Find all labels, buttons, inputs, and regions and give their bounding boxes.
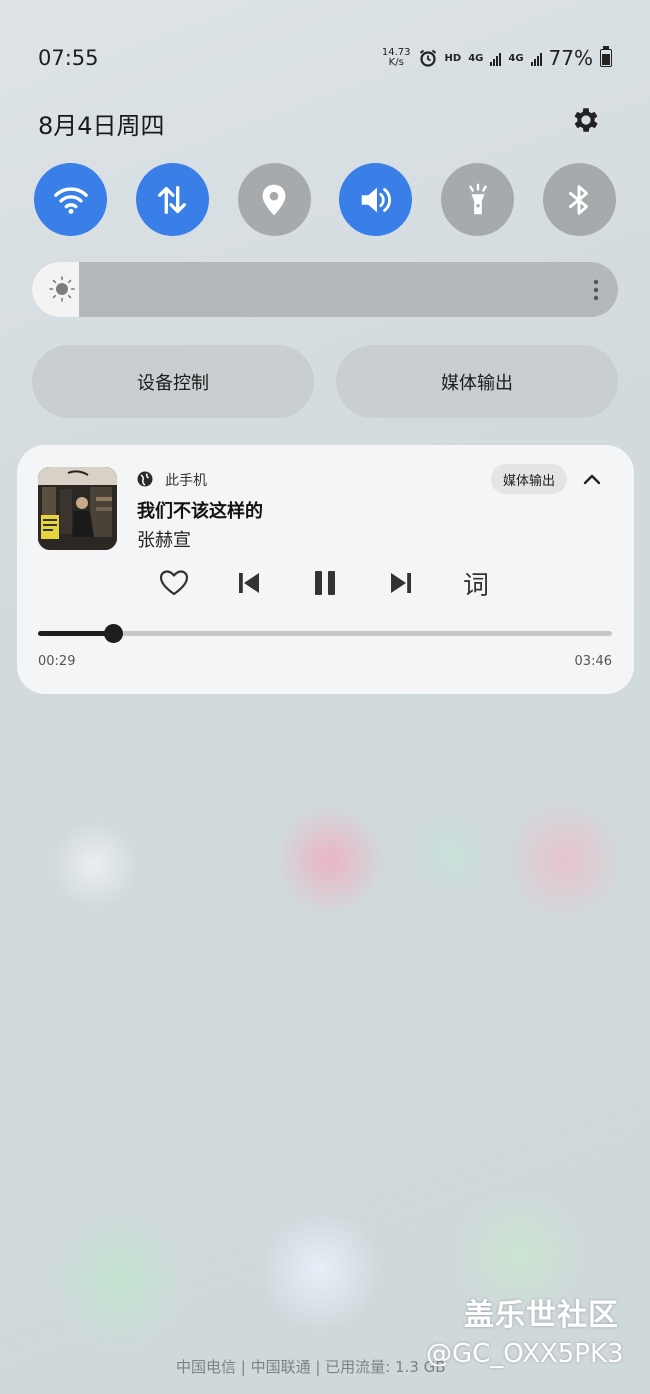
chevron-up-icon[interactable] bbox=[581, 470, 603, 488]
song-title: 我们不该这样的 bbox=[137, 501, 263, 522]
wifi-toggle[interactable] bbox=[34, 163, 107, 236]
device-control-button[interactable]: 设备控制 bbox=[32, 345, 314, 418]
battery-percent: 77% bbox=[548, 46, 593, 70]
status-icons: 14.73 K/s HD 4G 4G 77% bbox=[382, 46, 612, 70]
status-time: 07:55 bbox=[38, 46, 99, 70]
carrier-info: 中国电信 | 中国联通 | 已用流量: 1.3 GB bbox=[176, 1358, 446, 1376]
network-speed-unit: K/s bbox=[388, 57, 404, 68]
lyrics-button[interactable]: 词 bbox=[458, 565, 494, 601]
quick-settings-row bbox=[34, 163, 616, 236]
more-options-icon[interactable] bbox=[592, 278, 600, 302]
elapsed-time: 00:29 bbox=[38, 654, 76, 669]
alarm-icon bbox=[419, 49, 436, 67]
flashlight-icon bbox=[468, 183, 487, 214]
watermark-user: @GC_OXX5PK3 bbox=[426, 1339, 624, 1369]
bluetooth-toggle[interactable] bbox=[542, 163, 616, 236]
pause-button[interactable] bbox=[307, 565, 343, 601]
media-output-chip[interactable]: 媒体输出 bbox=[491, 464, 567, 494]
next-button[interactable] bbox=[383, 565, 419, 601]
seekbar-thumb[interactable] bbox=[103, 624, 123, 643]
wifi-icon bbox=[53, 187, 88, 214]
skip-next-icon bbox=[391, 573, 411, 593]
media-output-button[interactable]: 媒体输出 bbox=[336, 345, 618, 418]
pause-icon bbox=[315, 571, 335, 595]
hd-voice-indicator: HD bbox=[444, 52, 462, 64]
phone-source-icon bbox=[137, 471, 153, 487]
album-art[interactable] bbox=[38, 467, 117, 550]
total-time: 03:46 bbox=[574, 654, 612, 669]
location-icon bbox=[262, 184, 286, 215]
skip-previous-icon bbox=[239, 573, 259, 593]
network-speed: 14.73 K/s bbox=[382, 48, 411, 68]
signal-icon bbox=[490, 50, 502, 66]
sound-icon bbox=[361, 187, 391, 212]
artist-name: 张赫宣 bbox=[137, 530, 191, 551]
media-source-label: 此手机 bbox=[165, 473, 207, 489]
heart-icon bbox=[159, 570, 189, 596]
playback-progress bbox=[38, 631, 113, 636]
previous-button[interactable] bbox=[231, 565, 267, 601]
bluetooth-icon bbox=[569, 184, 589, 215]
date-label: 8月4日周四 bbox=[38, 112, 165, 140]
location-toggle[interactable] bbox=[237, 163, 311, 236]
flashlight-toggle[interactable] bbox=[441, 163, 515, 236]
battery-icon bbox=[600, 46, 612, 67]
brightness-icon bbox=[49, 276, 75, 302]
watermark-community: 盖乐世社区 bbox=[464, 1298, 619, 1333]
sound-toggle[interactable] bbox=[339, 163, 413, 236]
favorite-button[interactable] bbox=[156, 565, 192, 601]
network-type-1: 4G bbox=[468, 52, 484, 64]
network-type-2: 4G bbox=[508, 52, 524, 64]
mobile-data-icon bbox=[158, 185, 187, 214]
playback-seekbar[interactable] bbox=[38, 624, 612, 643]
media-player-card: 此手机 媒体输出 我们不该这样的 张赫宣 词 00:29 03:46 bbox=[17, 445, 634, 694]
gear-icon[interactable] bbox=[570, 104, 602, 136]
brightness-slider[interactable] bbox=[32, 262, 618, 317]
status-bar: 07:55 14.73 K/s HD 4G 4G 77% bbox=[38, 46, 612, 74]
signal-icon bbox=[530, 50, 542, 66]
mobile-data-toggle[interactable] bbox=[135, 163, 209, 236]
